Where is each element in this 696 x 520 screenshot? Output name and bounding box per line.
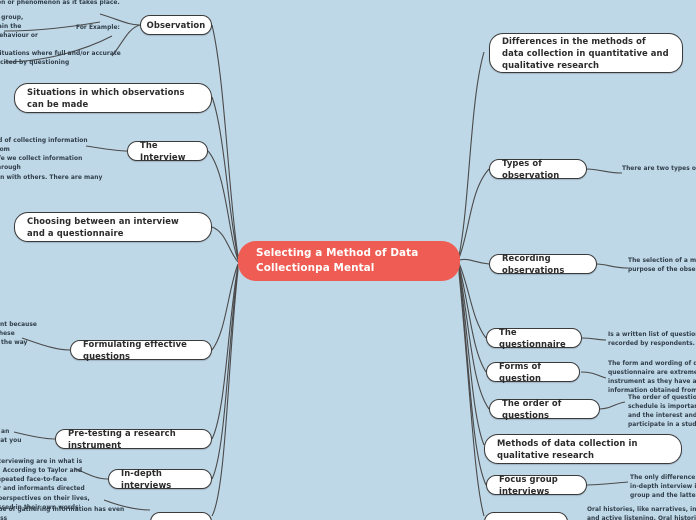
- note-observation-group: a group, tain the behaviour or: [0, 15, 38, 40]
- node-observation[interactable]: Observation: [140, 15, 212, 35]
- node-label: Focus group interviews: [499, 473, 558, 496]
- node-label: Pre-testing a research instrument: [68, 427, 176, 450]
- node-label: Recording observations: [502, 252, 565, 275]
- node-order-of-questions[interactable]: The order of questions: [489, 397, 600, 420]
- edge-center-left-7: [211, 267, 239, 480]
- note-focus-group-interviews: The only difference betw in-depth interv…: [630, 475, 696, 500]
- node-situations-observations[interactable]: Situations in which observations can be …: [14, 83, 212, 113]
- node-label: Forms of question: [499, 360, 542, 383]
- note-narratives: que of gathering information has even le…: [0, 507, 125, 520]
- note-formulating-questions: ant because these t the way: [0, 322, 37, 347]
- note-in-depth-interviews: nterviewing are in what is n. According …: [0, 459, 90, 511]
- edge-note-right-1: [585, 168, 623, 174]
- edge-center-right-4: [458, 262, 487, 339]
- node-formulating-questions[interactable]: Formulating effective questions: [70, 338, 212, 361]
- node-label: Observation: [146, 19, 206, 30]
- node-recording-observations[interactable]: Recording observations: [489, 252, 597, 275]
- node-in-depth-interviews[interactable]: In-depth interviews: [108, 467, 212, 490]
- node-label: Choosing between an interview and a ques…: [27, 215, 179, 238]
- edge-center-left-4: [211, 226, 239, 263]
- note-forms-of-question: The form and wording of questi questionn…: [608, 361, 696, 395]
- edge-center-left-8: [211, 269, 239, 517]
- edge-center-left-3: [207, 150, 239, 261]
- edge-center-right-7: [458, 268, 485, 446]
- node-types-of-observation[interactable]: Types of observation: [489, 157, 587, 180]
- note-types-of-observation: There are two types of obse: [622, 166, 696, 172]
- node-partial-bottom-right[interactable]: [484, 512, 568, 520]
- node-label: The order of questions: [502, 397, 562, 420]
- node-pre-testing-instrument[interactable]: Pre-testing a research instrument: [55, 427, 212, 450]
- node-the-questionnaire[interactable]: The questionnaire: [486, 326, 582, 349]
- edge-note-right-6: [585, 481, 629, 486]
- node-label: The questionnaire: [499, 326, 566, 349]
- node-label: Situations in which observations can be …: [27, 86, 185, 109]
- node-focus-group-interviews[interactable]: Focus group interviews: [486, 473, 587, 496]
- central-topic-label: Selecting a Method of Data Collectionpa …: [256, 246, 419, 274]
- note-the-questionnaire: Is a written list of questions, th recor…: [608, 332, 696, 348]
- node-label: In-depth interviews: [121, 467, 172, 490]
- edge-center-right-8: [458, 270, 487, 486]
- note-observation-situations: situations where full and/or accurate li…: [0, 51, 121, 67]
- node-the-interview[interactable]: The Interview: [127, 139, 208, 162]
- edge-note-right-5: [598, 401, 626, 410]
- node-partial-bottom-left[interactable]: [150, 512, 212, 520]
- node-differences-methods[interactable]: Differences in the methods of data colle…: [489, 33, 683, 73]
- edge-center-left-5: [211, 263, 239, 351]
- node-label: Differences in the methods of data colle…: [502, 35, 669, 71]
- edge-center-right-5: [458, 264, 487, 373]
- node-label: The Interview: [140, 139, 186, 162]
- note-observation-phenomenon: on or phenomenon as it takes place.: [0, 0, 120, 6]
- edge-note-right-4: [580, 371, 607, 379]
- note-order-of-questions: The order of questions in schedule is im…: [628, 395, 696, 429]
- edge-center-left-2: [211, 96, 239, 259]
- note-for-example-label: For Example:: [76, 25, 120, 31]
- edge-note-right-3: [580, 337, 607, 341]
- node-choosing-interview-questionnaire[interactable]: Choosing between an interview and a ques…: [14, 212, 212, 242]
- edge-center-right-3: [458, 258, 490, 265]
- note-oral-histories: Oral histories, like narratives, involve…: [587, 507, 696, 520]
- edge-note-right-2: [595, 263, 629, 269]
- node-label: Formulating effective questions: [83, 338, 187, 361]
- edge-center-right-6: [458, 266, 490, 410]
- central-topic-node[interactable]: Selecting a Method of Data Collectionpa …: [238, 241, 460, 281]
- note-interview-method: od of collecting information from life w…: [0, 138, 103, 181]
- node-methods-qualitative[interactable]: Methods of data collection in qualitativ…: [484, 434, 682, 464]
- edge-center-right-1: [458, 51, 485, 257]
- edge-center-right-2: [458, 168, 490, 259]
- note-pre-testing: r an hat you: [0, 429, 22, 445]
- node-label: Types of observation: [502, 157, 560, 180]
- edge-center-left-1: [211, 24, 239, 257]
- note-recording-observations: The selection of a meth purpose of the o…: [628, 258, 696, 274]
- mindmap-canvas: Selecting a Method of Data Collectionpa …: [0, 0, 696, 520]
- node-label: Methods of data collection in qualitativ…: [497, 437, 638, 460]
- node-forms-of-question[interactable]: Forms of question: [486, 360, 580, 383]
- edge-center-right-9: [458, 272, 485, 517]
- edge-center-left-6: [211, 265, 239, 440]
